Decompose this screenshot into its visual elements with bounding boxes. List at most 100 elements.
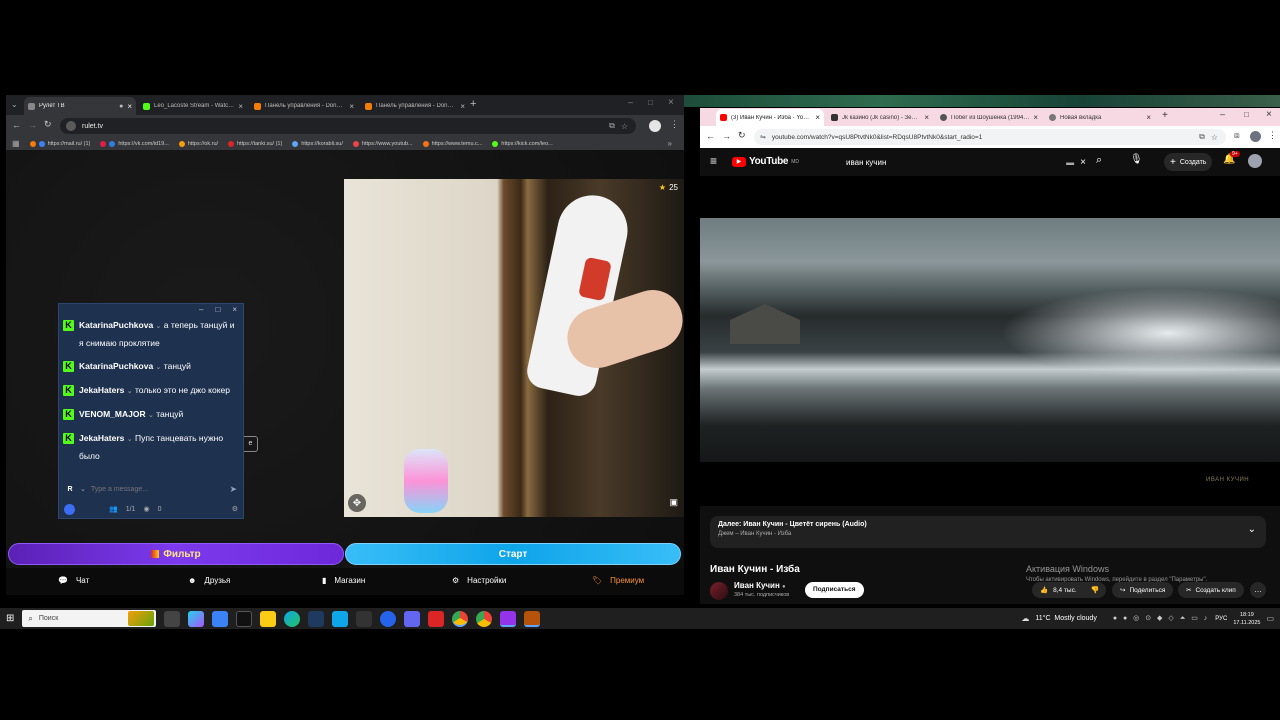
site-info-icon[interactable]: ⇋: [760, 133, 766, 141]
menu-kebab-icon[interactable]: ⋮: [1268, 130, 1277, 141]
search-input[interactable]: иван кучин: [846, 158, 886, 167]
chat-message-input[interactable]: [90, 485, 225, 493]
send-icon[interactable]: ➤: [229, 484, 237, 495]
nav-settings[interactable]: ⚙ Настройки: [452, 576, 506, 585]
profile-avatar[interactable]: [649, 120, 661, 132]
apps-grid-icon[interactable]: ▦: [12, 139, 20, 148]
close-tab-icon[interactable]: ×: [924, 113, 929, 122]
nav-friends[interactable]: ☻ Друзья: [188, 576, 230, 585]
chat-username[interactable]: VENOM_MAJOR: [79, 409, 146, 419]
chat-avatar[interactable]: R: [65, 486, 75, 493]
account-avatar[interactable]: [1248, 154, 1262, 168]
task-view-icon[interactable]: [164, 610, 181, 627]
close-tab-icon[interactable]: ×: [460, 102, 465, 111]
bookmark-item[interactable]: https://tanki.su/ (1): [228, 140, 282, 147]
weather-text[interactable]: 11°C Mostly cloudy: [1035, 615, 1096, 622]
like-button[interactable]: 👍 8,4 тыс.: [1032, 582, 1085, 598]
tab-new[interactable]: Новая вкладка ×: [1045, 109, 1155, 126]
keyboard-icon[interactable]: ▬: [1066, 158, 1074, 167]
chat-minimize-button[interactable]: –: [199, 305, 203, 314]
chat-close-button[interactable]: ×: [232, 305, 237, 314]
video-player[interactable]: ИВАН КУЧИН: [700, 176, 1280, 506]
media-app-icon[interactable]: [428, 610, 445, 627]
back-icon[interactable]: ←: [12, 120, 21, 130]
extensions-icon[interactable]: ⧈: [1234, 130, 1240, 141]
app-logo-icon[interactable]: [64, 503, 75, 515]
install-app-icon[interactable]: ⧉: [609, 121, 615, 131]
new-tab-button[interactable]: +: [470, 98, 476, 110]
tab-rulet[interactable]: Рулет ТВ ● ×: [24, 97, 136, 115]
tray-icons[interactable]: ● ● ◎ ⊙ ◆ ◇ ⏶ ▭ ♪: [1113, 614, 1209, 623]
hamburger-menu-icon[interactable]: ≡: [710, 154, 717, 168]
tab-youtube[interactable]: (3) Иван Кучин - Изба - YouTu ×: [716, 109, 824, 126]
bookmark-item[interactable]: https://www.temu.c...: [422, 140, 482, 147]
close-tab-icon[interactable]: ×: [1146, 113, 1151, 122]
youtube-logo[interactable]: ▶ YouTube MD: [732, 156, 799, 167]
reload-icon[interactable]: ↻: [738, 130, 746, 141]
profile-avatar[interactable]: [1250, 131, 1261, 142]
bookmark-item[interactable]: https://www.youtub...: [352, 140, 413, 147]
camera-icon[interactable]: ▣: [669, 497, 678, 508]
create-button[interactable]: + Создать: [1164, 153, 1213, 171]
file-explorer-icon[interactable]: [260, 610, 277, 627]
subscribe-button[interactable]: Подписаться: [805, 582, 864, 598]
next-up-panel[interactable]: Далее: Иван Кучин - Цветёт сирень (Audio…: [710, 516, 1266, 548]
clear-search-icon[interactable]: ×: [1080, 157, 1086, 168]
maximize-button[interactable]: □: [1244, 110, 1249, 119]
channel-avatar[interactable]: [710, 582, 728, 600]
widgets-icon[interactable]: [212, 610, 229, 627]
close-window-button[interactable]: ×: [668, 97, 674, 108]
tab-shawshank[interactable]: Побег из Шоушенка (1994) сл ×: [936, 109, 1042, 126]
back-icon[interactable]: ←: [706, 131, 715, 141]
chat-app-icon[interactable]: [332, 610, 349, 627]
chat-username[interactable]: KatarinaPuchkova: [79, 361, 153, 371]
chat-username[interactable]: JekaHaters: [79, 433, 124, 443]
close-tab-icon[interactable]: ×: [127, 102, 132, 111]
more-bookmarks-icon[interactable]: »: [668, 139, 672, 148]
notifications-icon[interactable]: ▭: [1266, 614, 1274, 623]
menu-kebab-icon[interactable]: ⋮: [670, 119, 679, 130]
bookmark-item[interactable]: https://ok.ru/: [178, 140, 218, 147]
language-indicator[interactable]: РУС: [1215, 616, 1227, 622]
share-button[interactable]: ↪ Поделиться: [1112, 582, 1174, 598]
search-box[interactable]: иван кучин ▬ ×: [840, 153, 1090, 171]
forward-icon[interactable]: →: [28, 120, 37, 130]
tab-donation-2[interactable]: Панель управления - Donatio ×: [361, 97, 469, 115]
address-bar[interactable]: rulet.tv ⧉ ☆: [60, 118, 636, 134]
bookmark-item[interactable]: https://kick.com/leo...: [492, 140, 553, 147]
close-tab-icon[interactable]: ×: [238, 102, 243, 111]
close-tab-icon[interactable]: ×: [349, 102, 354, 111]
chat-username[interactable]: KatarinaPuchkova: [79, 320, 153, 330]
clip-button[interactable]: ✂ Создать клип: [1178, 582, 1244, 598]
edge-icon[interactable]: [284, 610, 301, 627]
windows-start-icon[interactable]: ⊞: [6, 613, 14, 624]
tab-donation-1[interactable]: Панель управления - Donatio ×: [250, 97, 358, 115]
chat-username[interactable]: JekaHaters: [79, 385, 124, 395]
close-tab-icon[interactable]: ×: [1033, 113, 1038, 122]
rulet-app-icon[interactable]: [524, 610, 541, 627]
dislike-button[interactable]: 👎: [1084, 582, 1106, 598]
new-tab-button[interactable]: +: [1162, 110, 1168, 121]
steam-icon[interactable]: [308, 610, 325, 627]
close-window-button[interactable]: ×: [1266, 109, 1272, 120]
site-info-icon[interactable]: [66, 121, 76, 131]
forward-icon[interactable]: →: [722, 131, 731, 141]
close-tab-icon[interactable]: ×: [815, 113, 820, 122]
game-app-icon[interactable]: [356, 610, 373, 627]
nav-shop[interactable]: ▮ Магазин: [322, 576, 365, 585]
nav-premium[interactable]: 🏷 Премиум: [592, 576, 644, 585]
terminal-icon[interactable]: [236, 610, 253, 627]
install-app-icon[interactable]: ⧉: [1199, 132, 1205, 142]
clock[interactable]: 18:19 17.11.2025: [1233, 611, 1260, 627]
microphone-icon[interactable]: 🎙: [1130, 154, 1143, 165]
minimize-button[interactable]: –: [628, 97, 633, 107]
fullscreen-move-icon[interactable]: ✥: [348, 494, 366, 512]
chrome-alt-icon[interactable]: [476, 610, 493, 627]
bookmark-item[interactable]: https://korabli.su/: [292, 140, 343, 147]
tab-casino[interactable]: Jk казино (Jk casino) - Зеркал ×: [827, 109, 933, 126]
minimize-button[interactable]: –: [1220, 109, 1225, 119]
browser-app-icon[interactable]: [380, 610, 397, 627]
stream-video[interactable]: ★ 25 ✥ ▣: [344, 179, 684, 517]
filter-button[interactable]: Фильтр: [8, 543, 344, 565]
address-bar[interactable]: ⇋ youtube.com/watch?v=qsU8PtvtNk0&list=R…: [754, 129, 1226, 145]
